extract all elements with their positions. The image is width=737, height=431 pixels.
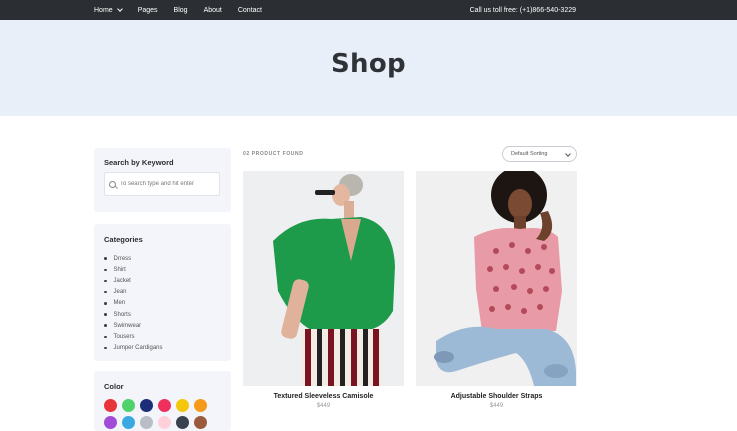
nav-item-about[interactable]: About (204, 7, 222, 14)
nav-item-label: Home (94, 6, 113, 14)
bullet-icon (104, 279, 107, 283)
color-swatch[interactable] (140, 416, 153, 429)
color-swatch-row (104, 416, 207, 429)
category-item-shirt[interactable]: Shirt (104, 264, 163, 275)
category-item-dress[interactable]: Drress (104, 253, 163, 264)
product-price: $449 (316, 403, 331, 409)
bullet-icon (104, 335, 107, 339)
category-label: Jumper Cardigans (113, 345, 163, 352)
sort-select[interactable]: Default Sorting (502, 146, 577, 162)
color-swatch[interactable] (158, 399, 171, 412)
product-card[interactable]: Adjustable Shoulder Straps $449 (416, 171, 577, 409)
chevron-down-icon (116, 6, 123, 12)
nav-item-blog[interactable]: Blog (174, 7, 188, 14)
product-price: $449 (489, 403, 504, 409)
category-item-jumper-cardigans[interactable]: Jumper Cardigans (104, 343, 163, 354)
product-count: 02 PRODUCT FOUND (243, 151, 304, 157)
color-swatch[interactable] (176, 399, 189, 412)
category-label: Shorts (113, 311, 131, 318)
category-list: Drress Shirt Jacket Jean Men Shorts Swim… (104, 253, 163, 354)
sort-select-label: Default Sorting (511, 151, 548, 157)
search-panel: Search by Keyword (94, 148, 231, 212)
categories-panel-title: Categories (104, 235, 143, 244)
bullet-icon (104, 268, 107, 272)
category-label: Swimwear (113, 322, 142, 329)
category-item-jacket[interactable]: Jacket (104, 275, 163, 286)
search-input[interactable] (119, 181, 219, 187)
nav-item-pages[interactable]: Pages (138, 7, 158, 14)
page-title: Shop (331, 49, 406, 79)
nav-item-label: Pages (137, 6, 158, 14)
product-photo-woman-pink-top (416, 171, 577, 386)
category-label: Drress (113, 255, 132, 262)
search-panel-title: Search by Keyword (104, 158, 174, 167)
bullet-icon (104, 324, 107, 327)
categories-panel: Categories Drress Shirt Jacket Jean Men … (94, 224, 231, 361)
category-item-men[interactable]: Men (104, 298, 163, 309)
color-swatch[interactable] (176, 416, 189, 429)
bullet-icon (104, 346, 107, 350)
bullet-icon (104, 313, 107, 316)
bullet-icon (104, 257, 107, 260)
color-swatch[interactable] (104, 399, 117, 412)
color-swatch[interactable] (122, 416, 135, 429)
page-hero: Shop (0, 20, 737, 116)
color-swatch[interactable] (194, 416, 207, 429)
color-swatch[interactable] (104, 416, 117, 429)
category-label: Jean (113, 289, 127, 296)
category-item-tousers[interactable]: Tousers (104, 331, 163, 342)
color-swatch[interactable] (140, 399, 153, 412)
color-swatch[interactable] (194, 399, 207, 412)
main-nav: Home Pages Blog About Contact (94, 0, 262, 20)
search-box (104, 172, 220, 196)
color-swatch-row (104, 399, 207, 412)
color-panel-title: Color (104, 382, 124, 391)
product-image[interactable] (243, 171, 404, 386)
category-item-jean[interactable]: Jean (104, 287, 163, 298)
nav-item-label: Contact (237, 6, 262, 14)
search-icon (109, 180, 116, 188)
nav-item-label: About (203, 6, 222, 14)
product-card[interactable]: Textured Sleeveless Camisole $449 (243, 171, 404, 409)
chevron-down-icon (565, 151, 571, 157)
product-name[interactable]: Adjustable Shoulder Straps (416, 393, 577, 400)
category-label: Men (113, 300, 126, 307)
nav-item-label: Blog (173, 6, 188, 14)
category-label: Shirt (113, 266, 126, 273)
nav-item-contact[interactable]: Contact (238, 7, 262, 14)
color-swatch[interactable] (158, 416, 171, 429)
color-swatch[interactable] (122, 399, 135, 412)
category-label: Tousers (113, 333, 135, 340)
category-label: Jacket (113, 277, 131, 284)
category-item-swimwear[interactable]: Swimwear (104, 320, 163, 331)
toll-free-phone: Call us toll free: (+1)866-540-3229 (469, 6, 576, 14)
product-image[interactable] (416, 171, 577, 386)
bullet-icon (104, 302, 107, 305)
bullet-icon (104, 290, 107, 294)
category-item-shorts[interactable]: Shorts (104, 309, 163, 320)
color-panel: Color (94, 371, 231, 431)
top-nav-bar: Home Pages Blog About Contact Call us to… (0, 0, 737, 20)
nav-item-home[interactable]: Home (94, 6, 123, 14)
product-name[interactable]: Textured Sleeveless Camisole (243, 393, 404, 400)
product-photo-woman-green-top (243, 171, 404, 386)
